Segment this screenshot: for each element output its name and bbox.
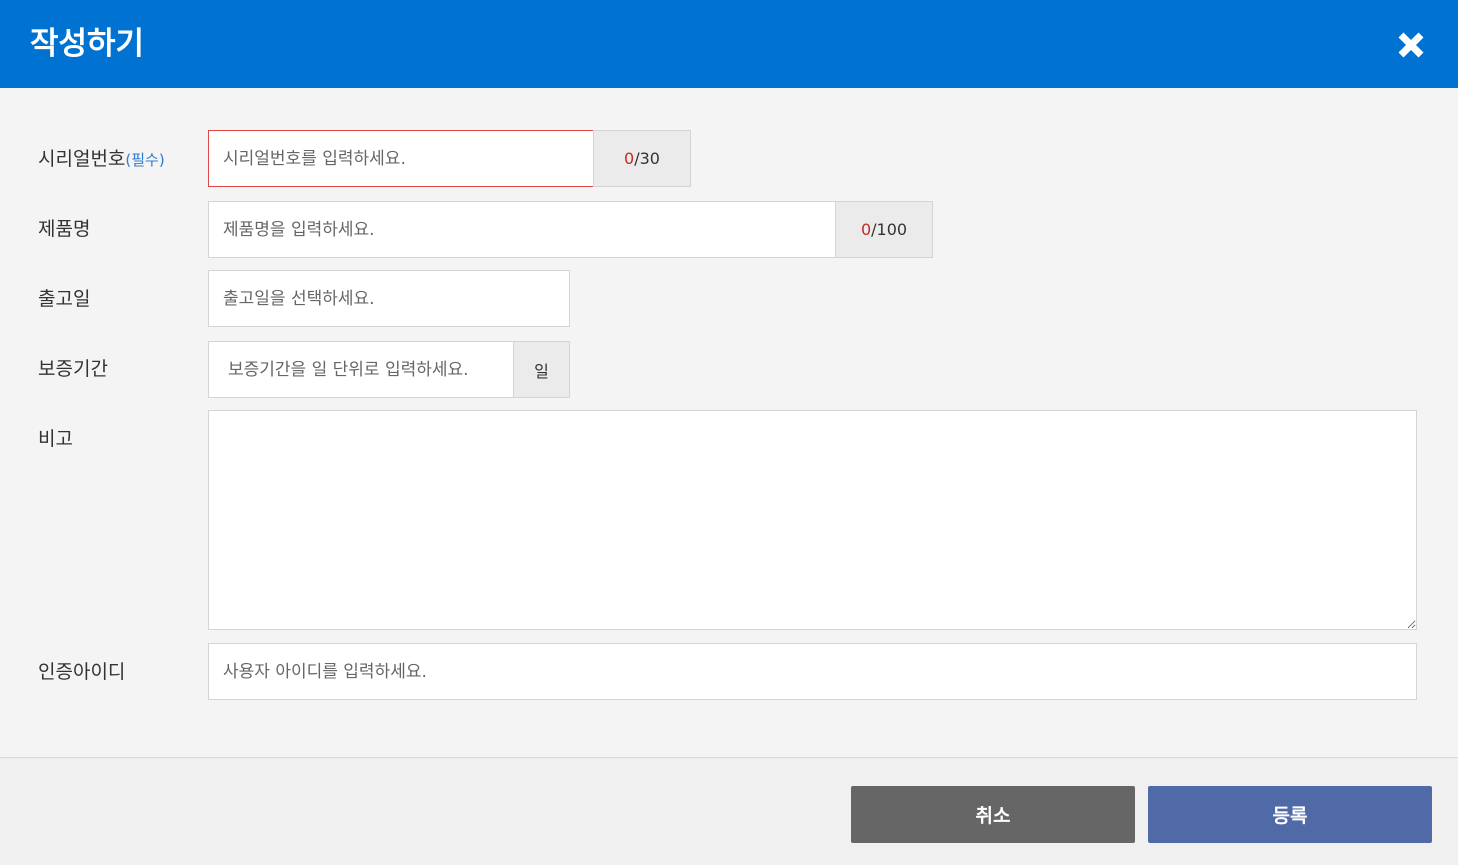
memo-textarea[interactable] — [208, 410, 1417, 630]
submit-button[interactable]: 등록 — [1148, 786, 1432, 843]
dialog-footer: 취소 등록 — [0, 757, 1458, 865]
serial-count: 0 — [624, 149, 635, 168]
product-max: /100 — [871, 220, 908, 239]
warranty-input[interactable] — [208, 341, 514, 398]
serial-max: /30 — [634, 149, 660, 168]
memo-label: 비고 — [38, 428, 73, 450]
product-input[interactable] — [208, 201, 836, 258]
auth-id-input[interactable] — [208, 643, 1417, 700]
serial-label-text: 시리얼번호 — [38, 148, 126, 170]
close-button[interactable] — [1392, 26, 1430, 64]
dialog-title: 작성하기 — [30, 26, 145, 62]
close-icon — [1398, 32, 1424, 58]
serial-label: 시리얼번호(필수) — [38, 145, 165, 174]
release-date-label: 출고일 — [38, 288, 91, 310]
product-count: 0 — [860, 220, 872, 239]
warranty-unit: 일 — [513, 341, 570, 398]
serial-input[interactable] — [208, 130, 594, 187]
serial-counter: 0/30 — [593, 130, 691, 187]
product-counter: 0/100 — [835, 201, 933, 258]
auth-id-label: 인증아이디 — [38, 661, 126, 683]
required-mark: (필수) — [125, 151, 165, 169]
cancel-button[interactable]: 취소 — [851, 786, 1135, 843]
form-body: 시리얼번호(필수) 0/30 제품명 0/100 출고일 보증기간 일 비고 인… — [0, 88, 1458, 757]
product-label: 제품명 — [38, 218, 91, 240]
release-date-input[interactable] — [208, 270, 570, 327]
warranty-label: 보증기간 — [38, 358, 108, 380]
dialog-header: 작성하기 — [0, 0, 1458, 88]
